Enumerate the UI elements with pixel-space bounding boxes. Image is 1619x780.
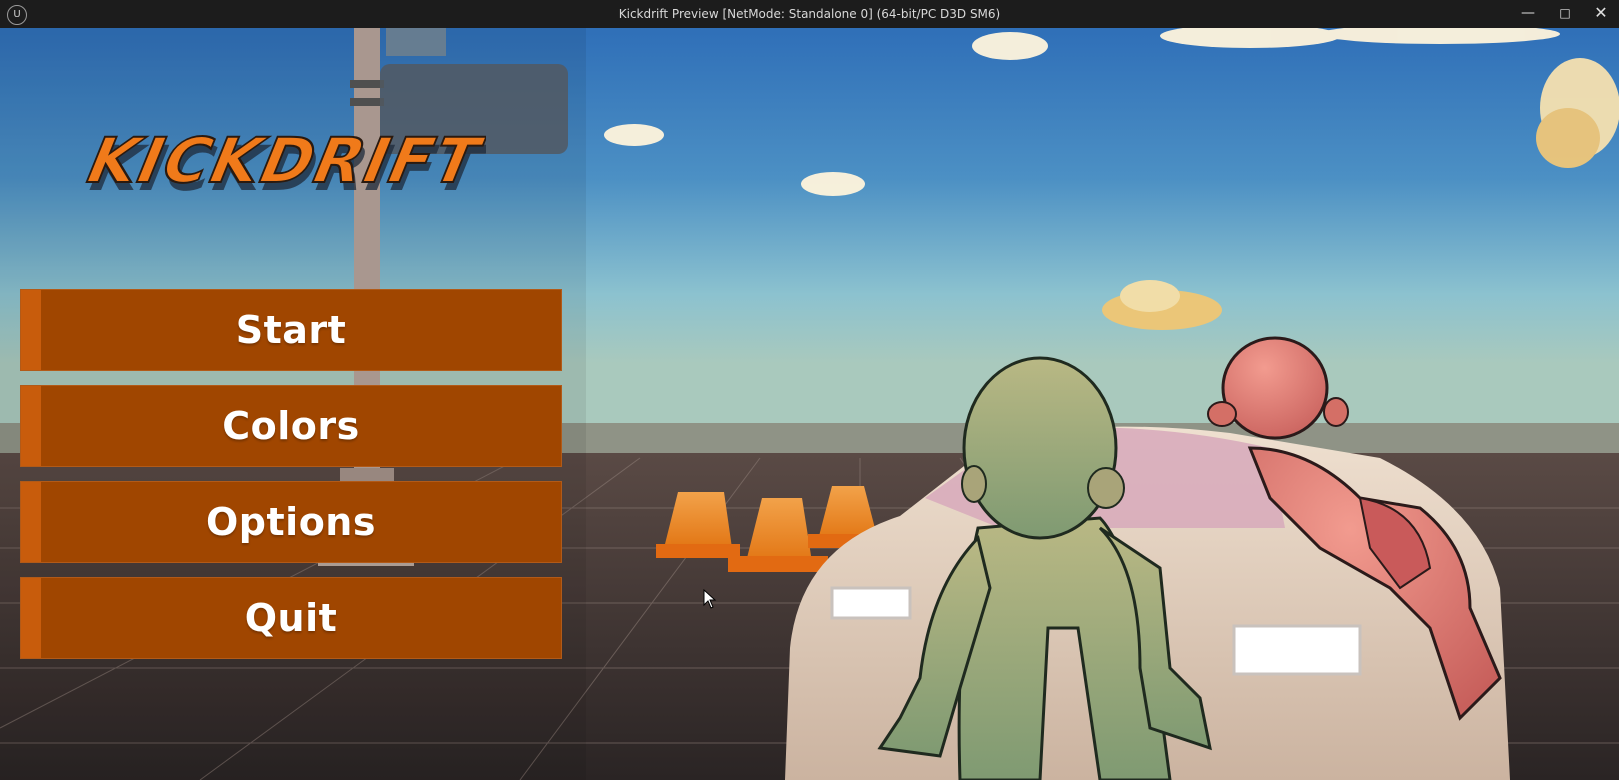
kickdrift-logo: KICKDRIFT KICKDRIFT: [76, 124, 486, 205]
colors-button[interactable]: Colors: [20, 385, 562, 467]
colors-button-label: Colors: [222, 404, 360, 448]
game-viewport[interactable]: KICKDRIFT KICKDRIFT Start Colors Options…: [0, 28, 1619, 780]
quit-button[interactable]: Quit: [20, 577, 562, 659]
minimize-icon: —: [1521, 5, 1535, 21]
svg-text:KICKDRIFT: KICKDRIFT: [76, 125, 486, 197]
maximize-icon: □: [1559, 6, 1571, 20]
mouse-pointer-icon: [703, 589, 717, 609]
window-title: Kickdrift Preview [NetMode: Standalone 0…: [618, 7, 1001, 21]
start-button[interactable]: Start: [20, 289, 562, 371]
maximize-button[interactable]: □: [1549, 0, 1581, 28]
quit-button-label: Quit: [244, 596, 338, 640]
close-button[interactable]: ✕: [1585, 0, 1617, 28]
options-button[interactable]: Options: [20, 481, 562, 563]
options-button-label: Options: [206, 500, 376, 544]
close-icon: ✕: [1594, 3, 1608, 22]
window-titlebar: U Kickdrift Preview [NetMode: Standalone…: [0, 0, 1619, 28]
main-menu: Start Colors Options Quit: [20, 289, 562, 673]
start-button-label: Start: [235, 308, 347, 352]
minimize-button[interactable]: —: [1512, 0, 1544, 28]
